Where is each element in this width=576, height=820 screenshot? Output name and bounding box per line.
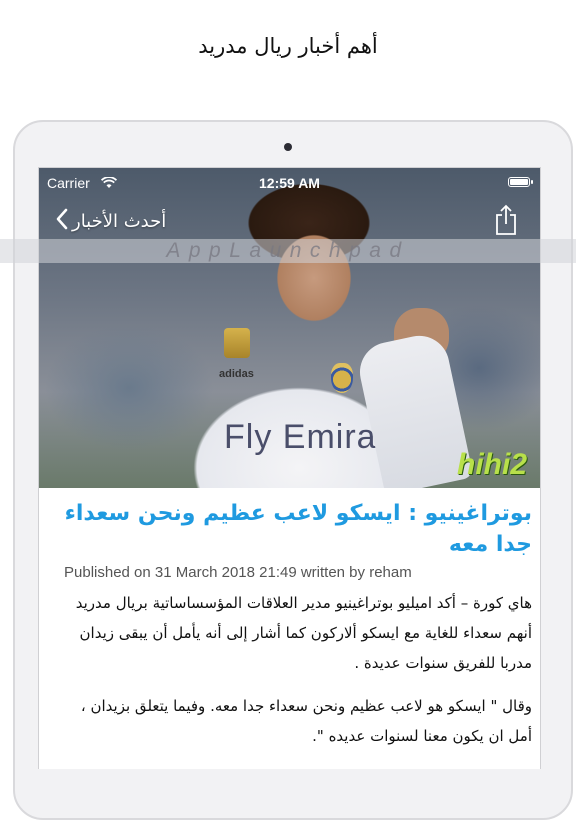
status-bar: Carrier 12:59 AM: [39, 168, 540, 194]
article-paragraph: وقال " ايسكو هو لاعب عظيم ونحن سعداء جدا…: [80, 697, 532, 745]
chevron-left-icon: [55, 208, 68, 234]
back-label: أحدث الأخبار: [72, 210, 167, 232]
app-caption: أهم أخبار ريال مدريد: [198, 34, 378, 58]
back-button[interactable]: أحدث الأخبار: [55, 208, 166, 234]
share-icon[interactable]: [494, 204, 518, 240]
watermark-banner: AppLaunchpad: [0, 239, 576, 263]
article-paragraph: هاي كورة – أكد اميليو بوتراغينيو مدير ال…: [75, 594, 532, 672]
status-time: 12:59 AM: [259, 175, 320, 191]
article-title: بوتراغينيو : ايسكو لاعب عظيم ونحن سعداء …: [64, 501, 532, 557]
front-camera: [284, 143, 292, 151]
raised-arm: [354, 330, 474, 488]
battery-icon: [508, 177, 533, 187]
club-crest: [331, 363, 353, 393]
source-logo: hihi2: [457, 448, 528, 481]
fifa-badge: [224, 328, 250, 358]
kit-brand: adidas: [219, 368, 254, 380]
article-meta: Published on 31 March 2018 21:49 written…: [64, 564, 412, 581]
